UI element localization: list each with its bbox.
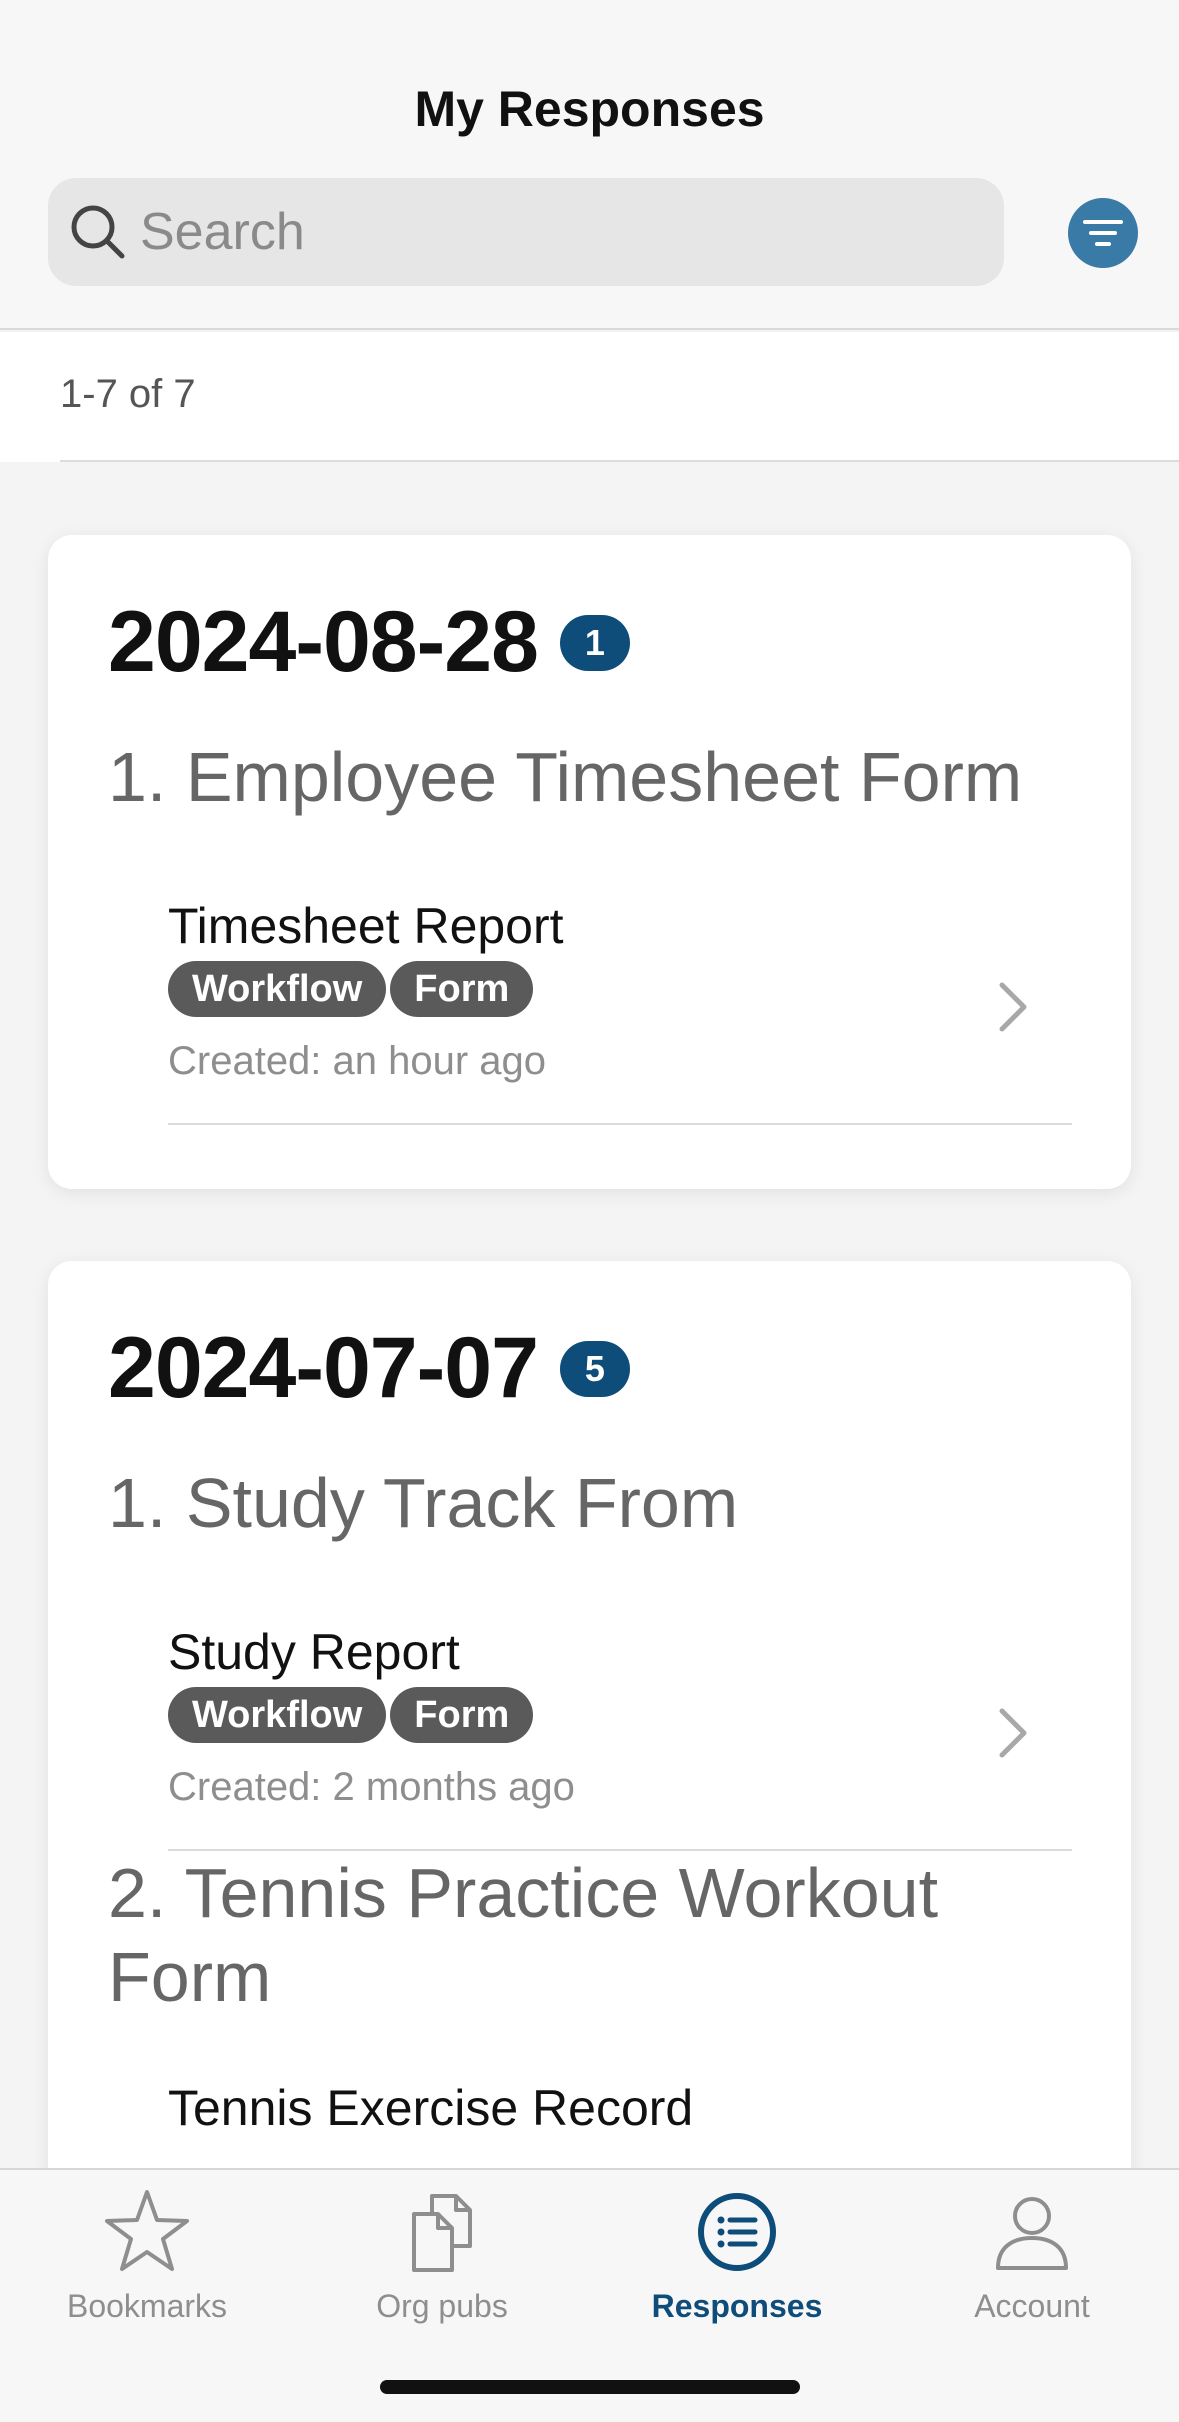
person-icon — [996, 2197, 1068, 2270]
chevron-right-icon — [999, 1708, 1027, 1758]
response-item[interactable]: Timesheet Report Workflow Form Created: … — [168, 897, 1072, 1127]
filter-button[interactable] — [1068, 198, 1138, 268]
page-title: My Responses — [414, 81, 765, 137]
tab-account[interactable]: Account — [902, 2184, 1162, 2334]
tag-workflow: Workflow — [168, 1687, 387, 1743]
header: My Responses — [0, 0, 1179, 330]
group-date: 2024-08-28 — [108, 594, 539, 690]
tag-list: Workflow Form — [168, 961, 1072, 1017]
tab-label: Account — [974, 2288, 1090, 2324]
results-count: 1-7 of 7 — [60, 372, 196, 416]
divider — [168, 1123, 1072, 1125]
chevron-right-icon — [999, 982, 1027, 1032]
date-header: 2024-07-07 5 — [108, 1319, 630, 1418]
response-item[interactable]: Study Report Workflow Form Created: 2 mo… — [168, 1623, 1072, 1853]
response-name: Timesheet Report — [168, 898, 564, 954]
tag-form: Form — [390, 1687, 534, 1743]
filter-icon — [1083, 220, 1123, 246]
list-icon — [698, 2193, 776, 2271]
response-item[interactable]: Tennis Exercise Record — [168, 2079, 1072, 2168]
tab-label: Org pubs — [376, 2288, 508, 2324]
count-badge: 1 — [559, 614, 630, 671]
search-icon — [71, 205, 125, 259]
form-title: 1. Employee Timesheet Form — [108, 738, 1023, 816]
response-name: Tennis Exercise Record — [168, 2080, 694, 2136]
search-input[interactable] — [140, 178, 980, 286]
documents-icon — [412, 2194, 472, 2272]
form-title: 1. Study Track From — [108, 1464, 739, 1542]
tab-responses[interactable]: Responses — [607, 2184, 867, 2334]
date-header: 2024-08-28 1 — [108, 593, 630, 692]
search-bar[interactable] — [48, 178, 1004, 286]
count-badge: 5 — [559, 1340, 630, 1397]
tag-workflow: Workflow — [168, 961, 387, 1017]
tab-label: Responses — [651, 2288, 823, 2324]
response-name: Study Report — [168, 1624, 460, 1680]
created-time: Created: 2 months ago — [168, 1765, 575, 1809]
form-title: 2. Tennis Practice Workout Form — [108, 1854, 939, 2016]
date-group-card: 2024-07-07 5 1. Study Track From Study R… — [48, 1261, 1131, 2168]
tag-list: Workflow Form — [168, 1687, 1072, 1743]
group-date: 2024-07-07 — [108, 1320, 539, 1416]
date-group-card: 2024-08-28 1 1. Employee Timesheet Form … — [48, 535, 1131, 1189]
tab-org-pubs[interactable]: Org pubs — [312, 2184, 572, 2334]
tag-form: Form — [390, 961, 534, 1017]
tab-bookmarks[interactable]: Bookmarks — [17, 2184, 277, 2334]
tab-label: Bookmarks — [66, 2288, 228, 2324]
star-icon — [105, 2190, 189, 2271]
created-time: Created: an hour ago — [168, 1039, 547, 1083]
responses-list[interactable]: 2024-08-28 1 1. Employee Timesheet Form … — [0, 462, 1179, 2168]
home-indicator — [380, 2380, 800, 2394]
results-bar: 1-7 of 7 — [0, 332, 1179, 462]
